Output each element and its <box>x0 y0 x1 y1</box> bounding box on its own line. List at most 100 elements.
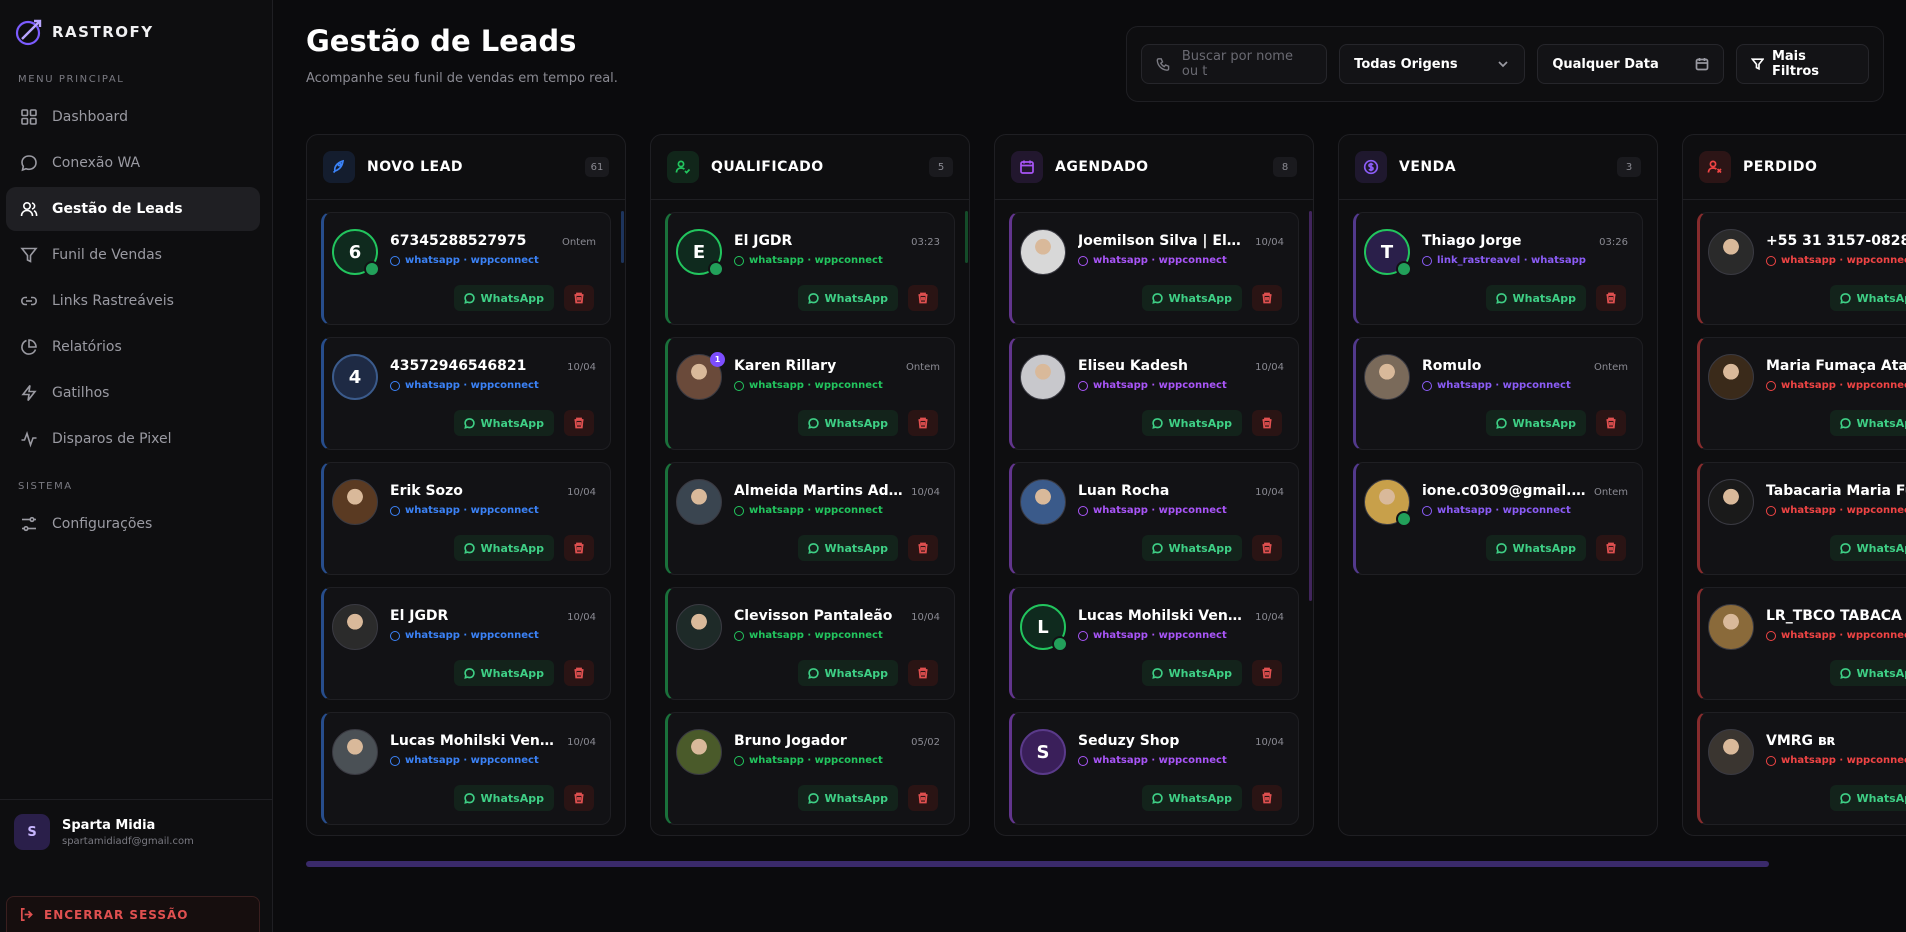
lead-card[interactable]: 1 Karen Rillary Ontem whatsapp · wppconnect… <box>665 337 955 450</box>
lead-card[interactable]: Lucas Mohilski Venturin 10/04 whatsapp · w… <box>321 712 611 825</box>
horizontal-scrollbar[interactable] <box>306 861 1769 867</box>
user-name: Sparta Midia <box>62 817 156 833</box>
lead-card[interactable]: Clevisson Pantaleão 10/04 whatsapp · wppco… <box>665 587 955 700</box>
date-select[interactable]: Qualquer Data <box>1537 44 1724 84</box>
lead-card[interactable]: ione.c0309@gmail.com Ontem whatsapp · wppc… <box>1353 462 1643 575</box>
lead-card[interactable]: Bruno Jogador 05/02 whatsapp · wppconnect W… <box>665 712 955 825</box>
delete-button[interactable] <box>908 410 938 436</box>
column-scrollbar[interactable] <box>1309 211 1312 601</box>
app-logo[interactable]: RASTROFY <box>0 0 272 50</box>
delete-button[interactable] <box>908 660 938 686</box>
lead-card[interactable]: Tabacaria Maria Fu whatsapp · wppconnec Wh… <box>1697 462 1906 575</box>
lead-card[interactable]: T Thiago Jorge 03:26 link_rastreavel · what… <box>1353 212 1643 325</box>
lead-card[interactable]: +55 31 3157-0828 whatsapp · wppconnec What… <box>1697 212 1906 325</box>
trash-icon <box>1262 292 1272 304</box>
whatsapp-button[interactable]: WhatsApp <box>797 535 898 561</box>
user-profile[interactable]: S Sparta Midia spartamidiadf@gmail.com <box>0 799 272 864</box>
search-input[interactable]: Buscar por nome ou t <box>1141 44 1328 84</box>
delete-button[interactable] <box>908 285 938 311</box>
delete-button[interactable] <box>1596 285 1626 311</box>
whatsapp-button[interactable]: WhatsApp <box>1829 535 1906 561</box>
delete-button[interactable] <box>564 410 594 436</box>
whatsapp-icon <box>807 792 819 804</box>
lead-card[interactable]: L Lucas Mohilski Venturin 10/04 whatsapp · … <box>1009 587 1299 700</box>
lead-card[interactable]: LR_TBCO TABACA whatsapp · wppconnec WhatsA… <box>1697 587 1906 700</box>
delete-button[interactable] <box>564 660 594 686</box>
lead-source: whatsapp · wppconnect <box>390 505 539 516</box>
lead-source-text: whatsapp · wppconnect <box>405 505 539 516</box>
sidebar-item-gestao-leads[interactable]: Gestão de Leads <box>6 187 260 231</box>
delete-button[interactable] <box>564 785 594 811</box>
whatsapp-button[interactable]: WhatsApp <box>1829 410 1906 436</box>
lead-card[interactable]: E El JGDR 03:23 whatsapp · wppconnect WhatsA… <box>665 212 955 325</box>
column-title: NOVO LEAD <box>367 159 464 175</box>
delete-button[interactable] <box>908 785 938 811</box>
delete-button[interactable] <box>564 535 594 561</box>
sidebar-item-conexao-wa[interactable]: Conexão WA <box>6 141 260 185</box>
whatsapp-button[interactable]: WhatsApp <box>1141 285 1242 311</box>
delete-button[interactable] <box>1252 285 1282 311</box>
dollar-icon <box>1363 159 1379 175</box>
lead-name: Luan Rocha <box>1078 483 1170 499</box>
lead-source: link_rastreavel · whatsapp <box>1422 255 1586 266</box>
whatsapp-button[interactable]: WhatsApp <box>453 285 554 311</box>
origin-select[interactable]: Todas Origens <box>1339 44 1526 84</box>
delete-button[interactable] <box>1252 785 1282 811</box>
whatsapp-button[interactable]: WhatsApp <box>453 785 554 811</box>
whatsapp-button[interactable]: WhatsApp <box>453 410 554 436</box>
lead-card[interactable]: Romulo Ontem whatsapp · wppconnect WhatsApp <box>1353 337 1643 450</box>
lead-card[interactable]: Eliseu Kadesh 10/04 whatsapp · wppconnect W… <box>1009 337 1299 450</box>
search-placeholder: Buscar por nome ou t <box>1181 49 1293 79</box>
whatsapp-button[interactable]: WhatsApp <box>1141 535 1242 561</box>
lead-card[interactable]: S Seduzy Shop 10/04 whatsapp · wppconnect Wh… <box>1009 712 1299 825</box>
delete-button[interactable] <box>1596 410 1626 436</box>
whatsapp-button[interactable]: WhatsApp <box>1485 410 1586 436</box>
delete-button[interactable] <box>1252 535 1282 561</box>
lead-name: VMRG ʙʀ <box>1766 733 1836 749</box>
lead-card[interactable]: Joemilson Silva | Eleve ... 10/04 whatsapp… <box>1009 212 1299 325</box>
whatsapp-button[interactable]: WhatsApp <box>1485 285 1586 311</box>
whatsapp-button[interactable]: WhatsApp <box>797 785 898 811</box>
whatsapp-button[interactable]: WhatsApp <box>1141 660 1242 686</box>
whatsapp-button[interactable]: WhatsApp <box>1829 660 1906 686</box>
column-icon-box <box>1011 151 1043 183</box>
lead-card[interactable]: Almeida Martins Advog... 10/04 whatsapp · … <box>665 462 955 575</box>
lead-card[interactable]: El JGDR 10/04 whatsapp · wppconnect WhatsAp… <box>321 587 611 700</box>
whatsapp-button[interactable]: WhatsApp <box>1829 285 1906 311</box>
more-filters-button[interactable]: Mais Filtros <box>1735 44 1869 84</box>
whatsapp-button[interactable]: WhatsApp <box>797 285 898 311</box>
lead-card[interactable]: Erik Sozo 10/04 whatsapp · wppconnect Whats… <box>321 462 611 575</box>
lead-card[interactable]: 4 43572946546821 10/04 whatsapp · wppconnec… <box>321 337 611 450</box>
whatsapp-button[interactable]: WhatsApp <box>453 660 554 686</box>
sidebar-item-relatorios[interactable]: Relatórios <box>6 325 260 369</box>
sidebar-item-gatilhos[interactable]: Gatilhos <box>6 371 260 415</box>
sidebar-item-disparos-pixel[interactable]: Disparos de Pixel <box>6 417 260 461</box>
column-body: +55 31 3157-0828 whatsapp · wppconnec What… <box>1683 200 1906 825</box>
sidebar-item-configuracoes[interactable]: Configurações <box>6 502 260 546</box>
delete-button[interactable] <box>1252 410 1282 436</box>
whatsapp-button[interactable]: WhatsApp <box>1141 785 1242 811</box>
lead-card[interactable]: VMRG ʙʀ whatsapp · wppconnec WhatsApp <box>1697 712 1906 825</box>
whatsapp-button[interactable]: WhatsApp <box>453 535 554 561</box>
whatsapp-button[interactable]: WhatsApp <box>1141 410 1242 436</box>
delete-button[interactable] <box>1252 660 1282 686</box>
column-scrollbar[interactable] <box>965 211 968 263</box>
column-title: QUALIFICADO <box>711 159 824 175</box>
delete-button[interactable] <box>1596 535 1626 561</box>
sidebar-item-links[interactable]: Links Rastreáveis <box>6 279 260 323</box>
lead-source-text: whatsapp · wppconnect <box>749 630 883 641</box>
delete-button[interactable] <box>908 535 938 561</box>
lead-card[interactable]: Maria Fumaça Ata whatsapp · wppconnec What… <box>1697 337 1906 450</box>
whatsapp-button[interactable]: WhatsApp <box>1485 535 1586 561</box>
sidebar-item-dashboard[interactable]: Dashboard <box>6 95 260 139</box>
lead-card[interactable]: Luan Rocha 10/04 whatsapp · wppconnect What… <box>1009 462 1299 575</box>
logout-button[interactable]: ENCERRAR SESSÃO <box>6 896 260 932</box>
sidebar-item-funil-vendas[interactable]: Funil de Vendas <box>6 233 260 277</box>
whatsapp-button[interactable]: WhatsApp <box>1829 785 1906 811</box>
whatsapp-button[interactable]: WhatsApp <box>797 660 898 686</box>
globe-icon <box>390 505 400 516</box>
lead-card[interactable]: 6 67345288527975 Ontem whatsapp · wppconnec… <box>321 212 611 325</box>
whatsapp-button[interactable]: WhatsApp <box>797 410 898 436</box>
column-scrollbar[interactable] <box>621 211 624 263</box>
delete-button[interactable] <box>564 285 594 311</box>
